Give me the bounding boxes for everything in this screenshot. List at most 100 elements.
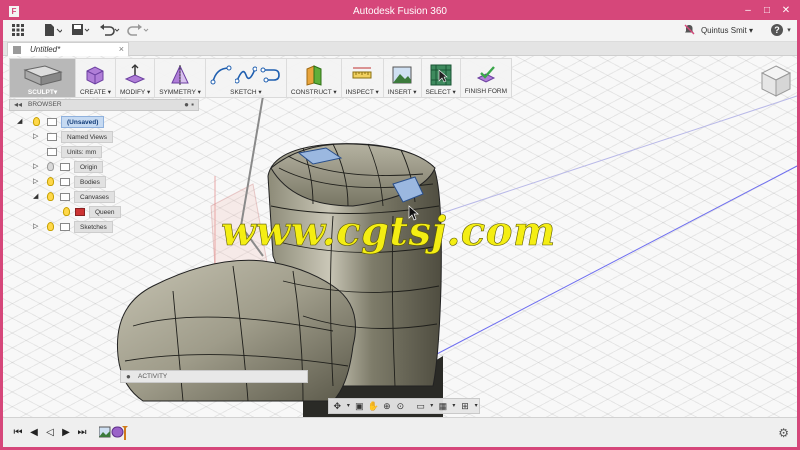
timeline-features[interactable] bbox=[99, 426, 129, 440]
measure-icon bbox=[352, 67, 372, 78]
watermark-text: www.cgtsj.com bbox=[221, 208, 556, 256]
sketch-spline-icon bbox=[234, 66, 257, 83]
select-label: SELECT bbox=[425, 89, 451, 96]
named-views-label[interactable]: Named Views bbox=[61, 131, 113, 143]
gear-icon[interactable]: ⚙ bbox=[778, 426, 789, 440]
expand-activity-icon[interactable]: ● bbox=[126, 372, 131, 381]
select-menu[interactable]: SELECT ▾ bbox=[422, 59, 461, 97]
modify-icon bbox=[124, 63, 146, 84]
redo-icon[interactable] bbox=[127, 24, 149, 38]
notifications-off-icon[interactable] bbox=[683, 24, 695, 38]
expand-triangle-icon[interactable]: ▷ bbox=[33, 162, 38, 170]
go-to-end-icon[interactable]: ⏭ bbox=[77, 427, 87, 439]
insert-image-icon bbox=[392, 66, 412, 83]
close-window-button[interactable]: ✕ bbox=[777, 4, 795, 18]
expand-triangle-icon[interactable]: ▷ bbox=[33, 177, 38, 185]
close-tab-icon[interactable]: × bbox=[119, 44, 124, 54]
display-settings-icon[interactable]: ▭ bbox=[415, 401, 425, 412]
sketch-menu[interactable]: SKETCH ▾ bbox=[206, 59, 287, 97]
user-menu[interactable]: Quintus Smit ▾ bbox=[701, 26, 753, 35]
play-icon[interactable]: ▶ bbox=[61, 427, 71, 439]
inspect-menu[interactable]: INSPECT ▾ bbox=[342, 59, 384, 97]
sketches-label[interactable]: Sketches bbox=[74, 221, 113, 233]
viewports-dropdown-icon[interactable]: ▾ bbox=[473, 401, 479, 412]
sketch-polyline-icon bbox=[260, 67, 280, 82]
title-bar: F Autodesk Fusion 360 – □ ✕ bbox=[3, 3, 797, 20]
document-tab-bar: Untitled* × bbox=[3, 42, 797, 56]
orbit-icon[interactable]: ✥ bbox=[332, 401, 342, 412]
help-icon[interactable]: ? bbox=[771, 24, 783, 36]
zoom-icon[interactable]: ⊕ bbox=[382, 401, 392, 412]
finish-form-label: FINISH FORM bbox=[464, 88, 507, 95]
pan-icon[interactable]: ✋ bbox=[368, 401, 379, 412]
workspace-switcher[interactable]: SCULPT▾ bbox=[10, 59, 76, 97]
viewports-icon[interactable]: ⊞ bbox=[460, 401, 470, 412]
bodies-label[interactable]: Bodies bbox=[74, 176, 106, 188]
workspace-label: SCULPT bbox=[27, 89, 54, 96]
visibility-bulb-icon[interactable] bbox=[63, 207, 70, 216]
collapse-browser-icon[interactable]: ◂◂ bbox=[14, 100, 22, 109]
folder-icon bbox=[60, 193, 70, 201]
construct-plane-icon bbox=[306, 64, 322, 86]
grid-dropdown-icon[interactable]: ▾ bbox=[451, 401, 457, 412]
look-at-icon[interactable]: ▣ bbox=[354, 401, 364, 412]
create-menu[interactable]: CREATE ▾ bbox=[76, 59, 116, 97]
canvas-image-icon bbox=[75, 208, 85, 216]
expand-triangle-icon[interactable]: ▷ bbox=[33, 132, 38, 140]
construct-label: CONSTRUCT bbox=[290, 89, 332, 96]
visibility-bulb-icon[interactable] bbox=[33, 117, 40, 126]
tree-root-label[interactable]: (Unsaved) bbox=[61, 116, 105, 128]
activity-label: ACTIVITY bbox=[138, 373, 168, 380]
expand-triangle-icon[interactable]: ◢ bbox=[17, 117, 22, 125]
ribbon-toolbar: SCULPT▾ CREATE ▾ MODIFY ▾ SYMMETRY ▾ SKE… bbox=[9, 58, 512, 98]
activity-panel[interactable]: ● ACTIVITY bbox=[120, 370, 308, 383]
collapse-triangle-icon[interactable]: ◢ bbox=[33, 192, 38, 200]
folder-icon bbox=[47, 133, 57, 141]
document-tab[interactable]: Untitled* × bbox=[7, 42, 129, 56]
visibility-bulb-icon[interactable] bbox=[47, 177, 54, 186]
maximize-button[interactable]: □ bbox=[758, 4, 776, 18]
save-icon[interactable] bbox=[71, 24, 91, 38]
canvases-label[interactable]: Canvases bbox=[74, 191, 115, 203]
inspect-label: INSPECT bbox=[345, 89, 374, 96]
visibility-bulb-icon[interactable] bbox=[47, 222, 54, 231]
minimize-button[interactable]: – bbox=[739, 4, 757, 18]
app-window: F Autodesk Fusion 360 – □ ✕ Quintus Smit… bbox=[3, 3, 797, 447]
folder-icon bbox=[60, 163, 70, 171]
browser-options-icon[interactable]: ● ▪ bbox=[184, 100, 194, 109]
visibility-bulb-icon[interactable] bbox=[47, 162, 54, 171]
construct-menu[interactable]: CONSTRUCT ▾ bbox=[287, 59, 342, 97]
apps-grid-icon[interactable] bbox=[11, 24, 25, 38]
visibility-bulb-icon[interactable] bbox=[47, 192, 54, 201]
create-label: CREATE bbox=[80, 89, 106, 96]
symmetry-icon bbox=[171, 64, 189, 85]
browser-panel-header[interactable]: ◂◂ BROWSER ● ▪ bbox=[9, 99, 199, 111]
zoom-window-icon[interactable]: ⊙ bbox=[395, 401, 405, 412]
help-dropdown-icon[interactable]: ▾ bbox=[785, 24, 793, 38]
expand-triangle-icon[interactable]: ▷ bbox=[33, 222, 38, 230]
sketch-arc-icon bbox=[210, 65, 232, 84]
finish-form-button[interactable]: FINISH FORM bbox=[461, 59, 511, 97]
file-icon[interactable] bbox=[43, 24, 64, 38]
canvas-viewport[interactable]: SCULPT▾ CREATE ▾ MODIFY ▾ SYMMETRY ▾ SKE… bbox=[3, 56, 797, 417]
document-cube-icon bbox=[13, 46, 21, 54]
create-box-icon bbox=[86, 65, 104, 85]
display-dropdown-icon[interactable]: ▾ bbox=[429, 401, 435, 412]
origin-label[interactable]: Origin bbox=[74, 161, 104, 173]
view-cube[interactable] bbox=[759, 62, 793, 100]
insert-menu[interactable]: INSERT ▾ bbox=[384, 59, 422, 97]
units-label[interactable]: Units: mm bbox=[61, 146, 103, 158]
timeline-bar: ⏮ ◀ ◁ ▶ ⏭ ⚙ bbox=[3, 417, 797, 447]
queen-label[interactable]: Queen bbox=[89, 206, 121, 218]
modify-menu[interactable]: MODIFY ▾ bbox=[116, 59, 156, 97]
step-back-alt-icon[interactable]: ◁ bbox=[45, 427, 55, 439]
undo-icon[interactable] bbox=[99, 24, 121, 38]
orbit-dropdown-icon[interactable]: ▾ bbox=[345, 401, 351, 412]
select-icon bbox=[430, 64, 452, 85]
symmetry-menu[interactable]: SYMMETRY ▾ bbox=[155, 59, 206, 97]
browser-title: BROWSER bbox=[28, 101, 62, 108]
folder-icon bbox=[60, 178, 70, 186]
grid-settings-icon[interactable]: ▦ bbox=[438, 401, 448, 412]
go-to-start-icon[interactable]: ⏮ bbox=[13, 427, 23, 439]
step-back-icon[interactable]: ◀ bbox=[29, 427, 39, 439]
